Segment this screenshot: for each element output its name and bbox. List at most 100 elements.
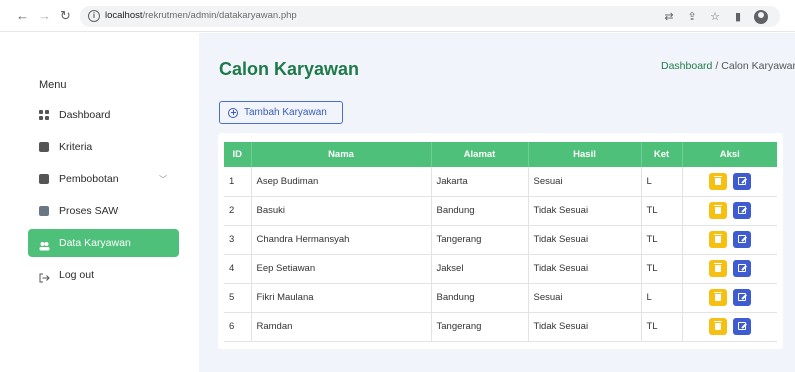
users-icon bbox=[39, 238, 50, 251]
site-info-icon[interactable]: i bbox=[88, 10, 100, 22]
column-header-alamat: Alamat bbox=[431, 142, 529, 167]
column-header-nama: Nama bbox=[251, 142, 432, 167]
cell-nama: Fikri Maulana bbox=[251, 283, 432, 313]
table-row: 2 Basuki Bandung Tidak Sesuai TL bbox=[224, 196, 777, 226]
bookmark-star-icon[interactable]: ☆ bbox=[708, 10, 722, 24]
cell-alamat: Bandung bbox=[431, 283, 529, 313]
plus-square-icon bbox=[39, 174, 49, 184]
browser-toolbar: ← → ↻ i localhost/rekrutmen/admin/dataka… bbox=[0, 0, 795, 32]
edit-icon bbox=[737, 322, 746, 330]
cell-id: 3 bbox=[224, 225, 252, 255]
back-arrow-icon[interactable]: ← bbox=[16, 8, 29, 24]
cell-hasil: Tidak Sesuai bbox=[528, 196, 642, 226]
share-icon[interactable]: ⇪ bbox=[685, 10, 699, 24]
delete-button[interactable] bbox=[708, 202, 727, 219]
edit-icon bbox=[737, 264, 746, 272]
cell-ket: TL bbox=[641, 254, 683, 284]
trash-icon bbox=[713, 292, 722, 301]
cell-ket: L bbox=[641, 283, 683, 313]
table-row: 4 Eep Setiawan Jaksel Tidak Sesuai TL bbox=[224, 254, 777, 284]
cell-hasil: Sesuai bbox=[528, 167, 642, 197]
cell-nama: Ramdan bbox=[251, 312, 432, 342]
cell-nama: Eep Setiawan bbox=[251, 254, 432, 284]
table-row: 5 Fikri Maulana Bandung Sesuai L bbox=[224, 283, 777, 313]
chevron-down-icon: ﹀ bbox=[159, 175, 167, 184]
edit-button[interactable] bbox=[732, 231, 751, 248]
delete-button[interactable] bbox=[708, 231, 727, 248]
sidebar-item-label: Data Karyawan bbox=[59, 237, 131, 249]
edit-icon bbox=[737, 235, 746, 243]
dashboard-grid-icon bbox=[39, 110, 49, 120]
sidebar-item-pembobotan[interactable]: Pembobotan ﹀ bbox=[28, 165, 179, 193]
sidebar-item-label: Kriteria bbox=[59, 141, 93, 153]
trash-icon bbox=[713, 175, 722, 185]
delete-button[interactable] bbox=[708, 318, 727, 335]
edit-icon bbox=[737, 176, 746, 185]
breadcrumb: Dashboard / Calon Karyawan bbox=[661, 60, 795, 72]
sidebar-item-proses-saw[interactable]: Proses SAW bbox=[28, 197, 179, 225]
column-header-id: ID bbox=[224, 142, 252, 167]
side-panel-icon[interactable]: ▮ bbox=[731, 10, 745, 24]
document-icon bbox=[39, 142, 49, 152]
delete-button[interactable] bbox=[708, 260, 727, 277]
trash-icon bbox=[713, 263, 722, 272]
cell-hasil: Tidak Sesuai bbox=[528, 225, 642, 255]
column-header-ket: Ket bbox=[641, 142, 683, 167]
cell-id: 4 bbox=[224, 254, 252, 284]
sidebar-item-label: Dashboard bbox=[59, 109, 111, 121]
cell-alamat: Tangerang bbox=[431, 225, 529, 255]
translate-icon[interactable]: ⇄ bbox=[662, 10, 676, 24]
column-header-aksi: Aksi bbox=[682, 142, 777, 167]
breadcrumb-separator: / bbox=[715, 60, 719, 72]
add-employee-label: Tambah Karyawan bbox=[244, 107, 327, 118]
cell-aksi bbox=[682, 167, 777, 197]
reload-icon[interactable]: ↻ bbox=[60, 8, 71, 24]
breadcrumb-current: Calon Karyawan bbox=[721, 60, 795, 72]
forward-arrow-icon[interactable]: → bbox=[38, 8, 51, 24]
address-bar[interactable]: i localhost/rekrutmen/admin/datakaryawan… bbox=[80, 6, 780, 27]
menu-heading: Menu bbox=[39, 79, 67, 91]
cell-hasil: Tidak Sesuai bbox=[528, 312, 642, 342]
url-text[interactable]: localhost/rekrutmen/admin/datakaryawan.p… bbox=[105, 10, 297, 21]
cell-id: 1 bbox=[224, 167, 252, 197]
edit-button[interactable] bbox=[732, 172, 751, 190]
cell-alamat: Bandung bbox=[431, 196, 529, 226]
sidebar-item-data-karyawan[interactable]: Data Karyawan bbox=[28, 229, 179, 257]
cell-id: 5 bbox=[224, 283, 252, 313]
sidebar-item-logout[interactable]: Log out bbox=[28, 261, 179, 289]
add-employee-button[interactable]: Tambah Karyawan bbox=[219, 101, 343, 124]
edit-icon bbox=[737, 206, 746, 214]
sidebar-item-label: Pembobotan bbox=[59, 173, 119, 185]
cell-hasil: Tidak Sesuai bbox=[528, 254, 642, 284]
edit-icon bbox=[737, 293, 746, 301]
cell-aksi bbox=[682, 312, 777, 342]
logout-icon bbox=[39, 270, 50, 283]
table-row: 6 Ramdan Tangerang Tidak Sesuai TL bbox=[224, 312, 777, 342]
trash-icon bbox=[713, 234, 722, 243]
edit-button[interactable] bbox=[732, 318, 751, 335]
main-content: Calon Karyawan Dashboard / Calon Karyawan … bbox=[199, 33, 795, 372]
cell-aksi bbox=[682, 196, 777, 226]
cell-nama: Chandra Hermansyah bbox=[251, 225, 432, 255]
cell-nama: Asep Budiman bbox=[251, 167, 432, 197]
edit-button[interactable] bbox=[732, 260, 751, 277]
sidebar-item-label: Log out bbox=[59, 269, 95, 281]
sidebar-item-dashboard[interactable]: Dashboard bbox=[28, 101, 179, 129]
cell-aksi bbox=[682, 225, 777, 255]
cell-aksi bbox=[682, 254, 777, 284]
breadcrumb-dashboard-link[interactable]: Dashboard bbox=[661, 60, 712, 72]
cell-ket: L bbox=[641, 167, 683, 197]
cell-ket: TL bbox=[641, 225, 683, 255]
trash-icon bbox=[713, 205, 722, 214]
delete-button[interactable] bbox=[708, 172, 727, 190]
column-header-hasil: Hasil bbox=[528, 142, 642, 167]
plus-circle-icon bbox=[228, 107, 238, 118]
profile-avatar-icon[interactable] bbox=[754, 10, 768, 24]
sidebar-item-kriteria[interactable]: Kriteria bbox=[28, 133, 179, 161]
cell-ket: TL bbox=[641, 312, 683, 342]
delete-button[interactable] bbox=[708, 289, 727, 306]
sidebar: Menu Dashboard Kriteria Pembobotan ﹀ Pro… bbox=[0, 33, 196, 372]
edit-button[interactable] bbox=[732, 289, 751, 306]
edit-button[interactable] bbox=[732, 202, 751, 219]
table-card: ID Nama Alamat Hasil Ket Aksi 1 Asep Bud… bbox=[218, 133, 783, 349]
